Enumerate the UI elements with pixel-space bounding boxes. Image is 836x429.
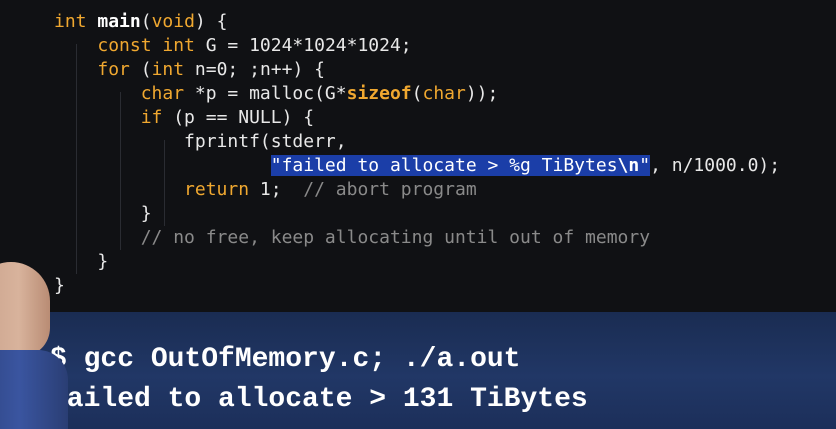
code-line: int main(void) { [54,10,227,34]
code-line: "failed to allocate > %g TiBytes\n", n/1… [54,154,780,178]
code-token: const int [97,35,206,56]
code-token: "failed to allocate > %g TiBytes [270,155,618,176]
presenter-body [0,350,68,429]
code-token: , n/1000.0); [650,155,781,176]
terminal-command: $ gcc OutOfMemory.c; ./a.out [50,344,521,375]
code-token: char [140,83,195,104]
code-token: void [151,11,195,32]
code-token: ( [140,59,152,80]
code-line: char *p = malloc(G*sizeof(char)); [54,82,499,106]
code-token: ) { [194,11,228,32]
code-token: )); [465,83,499,104]
code-token: 1; [259,179,304,200]
terminal-output: Failed to allocate > 131 TiBytes [50,384,588,415]
code-token: ( [140,11,152,32]
code-token: for [97,59,141,80]
code-token: \n [617,155,640,176]
code-token: if [140,107,174,128]
terminal-output-panel: $ gcc OutOfMemory.c; ./a.out Failed to a… [0,312,836,429]
code-token: int [54,11,98,32]
code-token: " [639,155,651,176]
code-token: G = 1024*1024*1024; [205,35,412,56]
code-line: return 1; // abort program [54,178,477,202]
code-line: for (int n=0; ;n++) { [54,58,325,82]
code-token: int [151,59,195,80]
code-token: fprintf(stderr, [184,131,347,152]
code-token: (p == NULL) { [173,107,315,128]
code-line: if (p == NULL) { [54,106,314,130]
code-token: return [184,179,260,200]
code-token: sizeof [346,83,412,104]
code-line: fprintf(stderr, [54,130,347,154]
code-token: *p = malloc(G* [194,83,347,104]
code-editor-panel: int main(void) { const int G = 1024*1024… [0,0,836,312]
code-token: n=0; ;n++) { [194,59,325,80]
code-token: ( [411,83,423,104]
presenter-video-overlay [0,262,70,429]
code-token: } [54,203,152,224]
code-token: // no free, keep allocating until out of… [140,227,651,248]
code-line: const int G = 1024*1024*1024; [54,34,412,58]
code-line: // no free, keep allocating until out of… [54,226,650,250]
code-token: main [97,11,141,32]
presenter-head [0,262,50,357]
code-token: char [422,83,466,104]
code-line: } [54,202,152,226]
code-token: // abort program [303,179,477,200]
